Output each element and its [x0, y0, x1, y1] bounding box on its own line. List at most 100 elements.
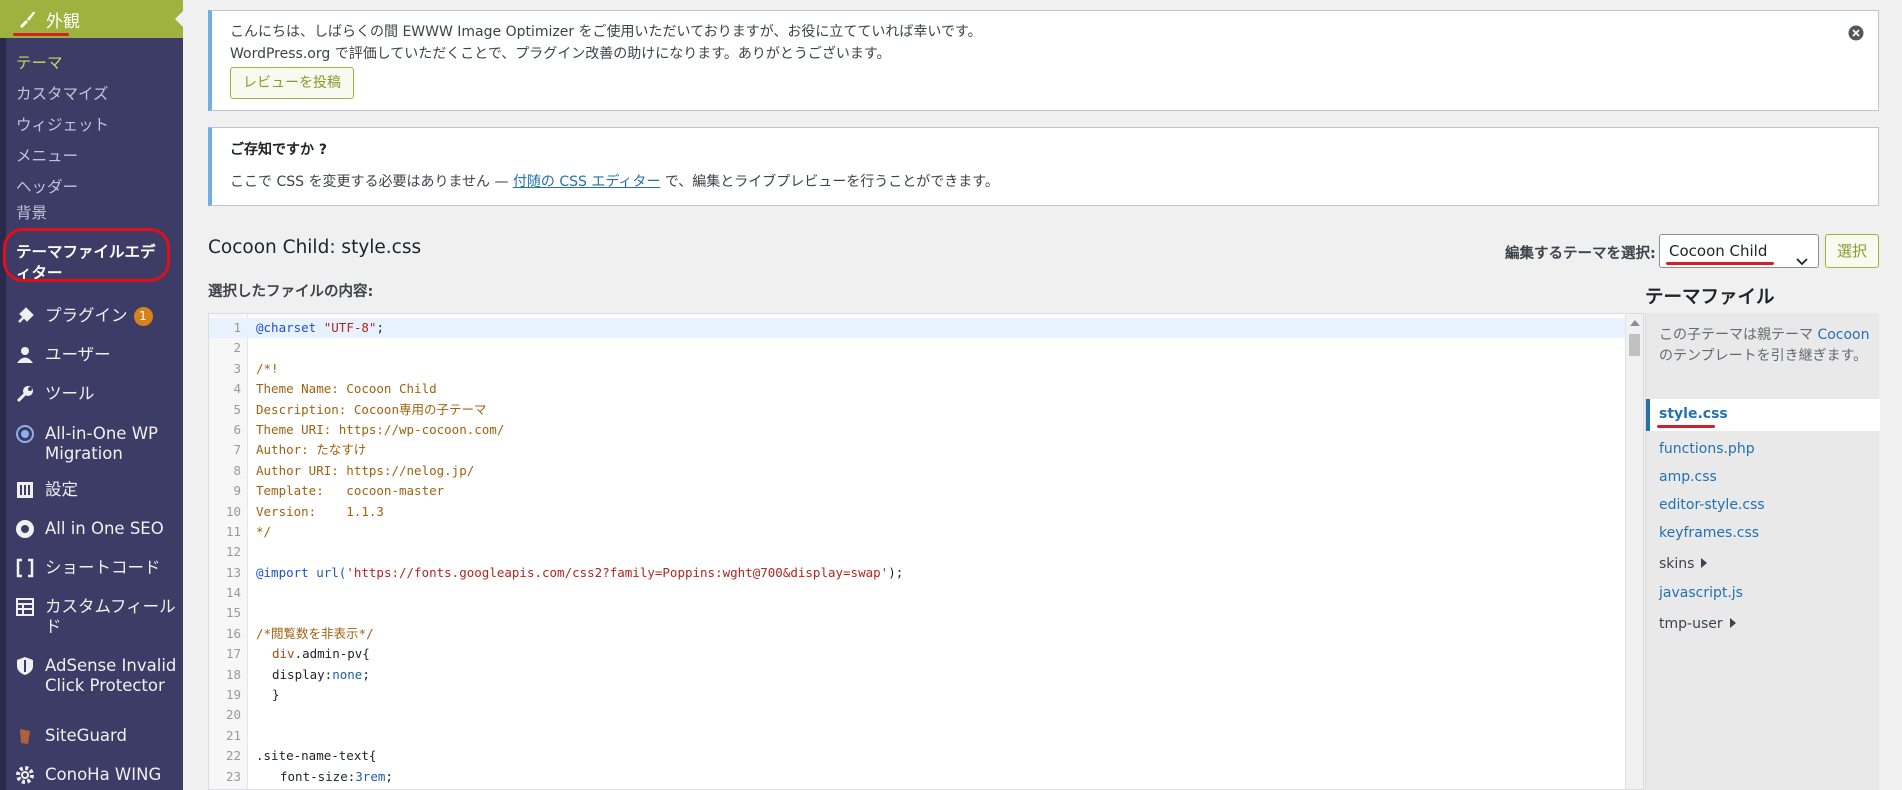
menu-plugins-label: プラグイン: [45, 306, 128, 325]
code-line[interactable]: 12: [209, 542, 1643, 562]
paintbrush-icon: [16, 8, 38, 30]
code-line[interactable]: 21: [209, 726, 1643, 746]
menu-aioseo[interactable]: All in One SEO: [0, 517, 183, 541]
code-line[interactable]: 3/*!: [209, 359, 1643, 379]
code-line[interactable]: 1 @charset "UTF-8";: [209, 318, 1643, 339]
menu-users-label: ユーザー: [45, 345, 111, 364]
submenu-widgets[interactable]: ウィジェット: [0, 110, 183, 141]
menu-conoha[interactable]: ConoHa WING: [0, 763, 183, 787]
annotation-circle: [3, 228, 170, 282]
ewww-review-notice: こんにちは、しばらくの間 EWWW Image Optimizer をご使用いた…: [208, 10, 1879, 111]
submenu-menus[interactable]: メニュー: [0, 141, 183, 172]
menu-settings-label: 設定: [45, 480, 78, 499]
menu-aioseo-label: All in One SEO: [45, 519, 164, 538]
submenu-header[interactable]: ヘッダー: [0, 172, 183, 203]
file-item[interactable]: editor-style.css: [1659, 497, 1765, 513]
submenu-background[interactable]: 背景: [0, 203, 183, 223]
admin-sidebar: 外観 テーマ カスタマイズ ウィジェット メニュー ヘッダー 背景 テーマファイ…: [0, 0, 183, 790]
plugin-icon: [13, 304, 37, 328]
seo-icon: [13, 517, 37, 541]
annotation-underline: [1657, 425, 1715, 428]
menu-siteguard[interactable]: SiteGuard: [0, 724, 183, 748]
menu-shortcode[interactable]: ショートコード: [0, 556, 183, 580]
user-icon: [13, 343, 37, 367]
code-line[interactable]: 2: [209, 338, 1643, 358]
code-line[interactable]: 8 Author URI: https://nelog.jp/: [209, 461, 1643, 481]
shield-icon: [13, 654, 37, 678]
file-item-label: style.css: [1659, 406, 1728, 422]
code-line[interactable]: 20: [209, 705, 1643, 725]
menu-conoha-label: ConoHa WING: [45, 765, 162, 784]
code-line[interactable]: 6 Theme URI: https://wp-cocoon.com/: [209, 420, 1643, 440]
child-theme-note: この子テーマは親テーマ Cocoon のテンプレートを引き継ぎます。: [1659, 327, 1870, 364]
menu-tools[interactable]: ツール: [0, 382, 183, 406]
code-line[interactable]: 4 Theme Name: Cocoon Child: [209, 379, 1643, 399]
code-line[interactable]: 17 div.admin-pv{: [209, 644, 1643, 664]
file-item[interactable]: functions.php: [1659, 441, 1755, 457]
code-line[interactable]: 10 Version: 1.1.3: [209, 502, 1643, 522]
menu-tools-label: ツール: [45, 384, 95, 403]
shortcode-icon: [13, 556, 37, 580]
code-line[interactable]: 11 */: [209, 522, 1643, 542]
code-line[interactable]: 22 .site-name-text{: [209, 746, 1643, 766]
expand-arrow-icon: [1729, 618, 1736, 628]
page-title: Cocoon Child: style.css: [208, 237, 422, 258]
settings-icon: [13, 478, 37, 502]
code-line[interactable]: 14: [209, 583, 1643, 603]
menu-users[interactable]: ユーザー: [0, 343, 183, 367]
code-editor[interactable]: 1 @charset "UTF-8"; 2 3/*! 4 Theme Name: C…: [208, 313, 1644, 790]
tip-text-before: ここで CSS を変更する必要はありません —: [230, 174, 513, 190]
editor-scrollbar[interactable]: [1625, 314, 1643, 789]
css-editor-link[interactable]: 付随の CSS エディター: [513, 174, 660, 190]
file-item[interactable]: amp.css: [1659, 469, 1717, 485]
submenu-customize[interactable]: カスタマイズ: [0, 79, 183, 110]
select-theme-button[interactable]: 選択: [1825, 234, 1879, 268]
parent-theme-link[interactable]: Cocoon: [1817, 327, 1869, 343]
code-line[interactable]: 9 Template: cocoon-master: [209, 481, 1643, 501]
menu-settings[interactable]: 設定: [0, 478, 183, 502]
scroll-up-icon[interactable]: [1630, 320, 1640, 326]
chevron-down-icon: [1796, 246, 1808, 278]
annotation-underline: [13, 33, 69, 36]
code-line[interactable]: 13 @import url('https://fonts.googleapis.…: [209, 563, 1643, 583]
annotation-underline: [1666, 262, 1774, 265]
code-line[interactable]: 18 display:none;: [209, 665, 1643, 685]
menu-migration[interactable]: All-in-One WP Migration: [0, 422, 183, 464]
gear-icon: [13, 763, 37, 787]
code-line[interactable]: 16/*閲覧数を非表示*/: [209, 624, 1643, 644]
css-editor-tip-notice: ご存知ですか ? ここで CSS を変更する必要はありません — 付随の CSS…: [208, 127, 1879, 206]
code-line[interactable]: 7 Author: たなすけ: [209, 440, 1643, 460]
code-line[interactable]: 23 font-size:3rem;: [209, 767, 1643, 787]
file-content-label: 選択したファイルの内容:: [208, 284, 374, 300]
code-line[interactable]: 19}: [209, 685, 1643, 705]
update-count-badge: 1: [133, 307, 153, 326]
menu-shortcode-label: ショートコード: [45, 558, 161, 577]
submenu-themes[interactable]: テーマ: [0, 48, 183, 79]
menu-custom-fields[interactable]: カスタムフィールド: [0, 595, 183, 637]
menu-siteguard-label: SiteGuard: [45, 726, 128, 745]
post-review-button[interactable]: レビューを投稿: [230, 67, 354, 99]
menu-appearance-label: 外観: [46, 11, 80, 32]
code-line[interactable]: 5 Description: Cocoon専用の子テーマ: [209, 400, 1643, 420]
theme-files-heading: テーマファイル: [1645, 287, 1775, 308]
file-item[interactable]: keyframes.css: [1659, 525, 1759, 541]
table-icon: [13, 595, 37, 619]
scrollbar-thumb[interactable]: [1629, 334, 1640, 356]
migration-icon: [13, 422, 37, 446]
folder-tmp-user[interactable]: tmp-user: [1659, 616, 1736, 632]
tip-text-after: で、編集とライブプレビューを行うことができます。: [660, 174, 999, 190]
current-arrow: [175, 11, 183, 27]
menu-adsense-protector[interactable]: AdSense Invalid Click Protector: [0, 654, 183, 696]
appearance-submenu: テーマ カスタマイズ ウィジェット メニュー ヘッダー 背景: [0, 48, 183, 223]
theme-select-label: 編集するテーマを選択:: [1505, 246, 1656, 262]
code-line[interactable]: 15: [209, 603, 1643, 623]
menu-migration-label: All-in-One WP Migration: [45, 424, 158, 463]
menu-plugins[interactable]: プラグイン 1: [0, 304, 183, 328]
ewww-notice-line-2: WordPress.org で評価していただくことで、プラグイン改善の助けになり…: [230, 46, 891, 62]
theme-files-panel: この子テーマは親テーマ Cocoon のテンプレートを引き継ぎます。 style…: [1645, 313, 1880, 790]
wrench-icon: [13, 382, 37, 406]
file-item[interactable]: javascript.js: [1659, 585, 1743, 601]
folder-skins[interactable]: skins: [1659, 556, 1708, 572]
dismiss-icon[interactable]: [1848, 25, 1864, 41]
tip-title: ご存知ですか ?: [230, 142, 327, 158]
